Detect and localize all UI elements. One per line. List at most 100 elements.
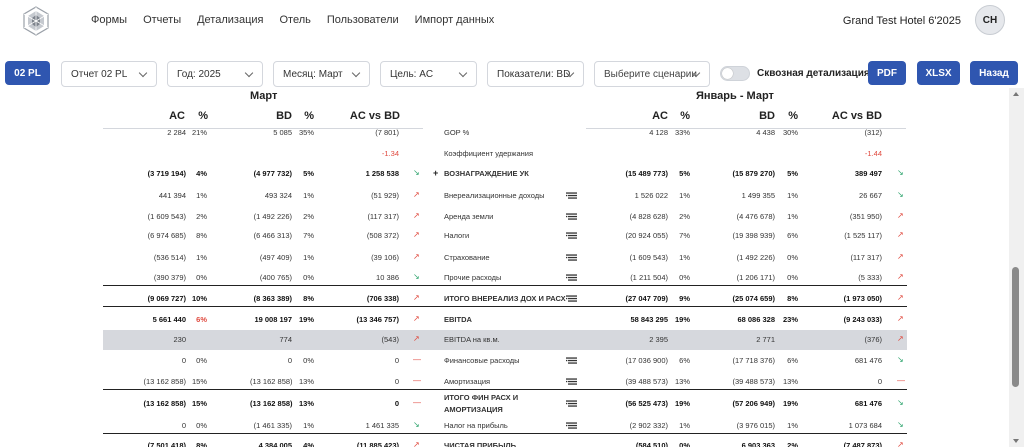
table-row[interactable]: (1 609 543) 2% (1 492 226) 2% (117 317) (4 82… [0, 206, 1009, 227]
table-row[interactable]: 441 394 1% 493 324 1% (51 929) 1 526 022 1% 1 4… [0, 185, 1009, 206]
nav-details[interactable]: Детализация [197, 14, 263, 26]
nav-users[interactable]: Пользователи [327, 14, 399, 26]
trend-flat-icon: — [413, 398, 421, 407]
cell-bdp: 8% [303, 294, 314, 303]
cell-rbd: 68 086 328 [737, 315, 775, 324]
cell-acp: 0% [196, 421, 207, 430]
expand-plus-icon[interactable]: + [433, 168, 438, 178]
trend-up-icon: ↗ [413, 230, 420, 239]
cell-rd: 26 667 [859, 191, 882, 200]
cell-bdp: 1% [303, 421, 314, 430]
hotel-name: Grand Test Hotel 6'2025 [842, 15, 961, 27]
cell-rd: (9 243 033) [843, 315, 882, 324]
scroll-down-icon[interactable] [1013, 439, 1019, 443]
cell-bdp: 2% [303, 212, 314, 221]
detail-list-icon[interactable] [566, 400, 577, 408]
cell-rac: (17 036 900) [625, 356, 668, 365]
scenarios-select[interactable]: Выберите сценарии [594, 61, 710, 87]
scrollbar-thumb[interactable] [1012, 267, 1019, 387]
table-row[interactable]: (13 162 858) 15% (13 162 858) 13% 0 (56 525 4… [0, 389, 1009, 416]
year-select[interactable]: Год: 2025 [167, 61, 263, 87]
cell-bd: (13 162 858) [250, 377, 293, 386]
cell-rd: (351 950) [849, 212, 882, 221]
row-label-line: ИТОГО ФИН РАСХ И [444, 393, 519, 402]
cell-rbd: 2 771 [756, 335, 775, 344]
table-row[interactable]: (7 501 418) 8% 4 384 005 4% (11 885 423) (584… [0, 433, 1009, 447]
cell-d: (51 929) [371, 191, 399, 200]
trend-down-icon: ↘ [413, 420, 420, 429]
cell-d: 1 258 538 [365, 169, 399, 178]
cell-acp: 4% [196, 169, 207, 178]
report-code-button[interactable]: 02 PL [5, 61, 50, 85]
detail-list-icon[interactable] [566, 254, 577, 262]
col-ac: AC [169, 110, 185, 122]
cell-rd: (376) [864, 335, 882, 344]
table-row[interactable]: 2 284 21% 5 085 35% (7 801) 4 128 33% 4 438 30% (… [0, 127, 1009, 139]
cell-acp: 8% [196, 441, 207, 447]
cell-d: (11 885 423) [356, 441, 399, 447]
row-label-line: АМОРТИЗАЦИЯ [444, 405, 503, 414]
table-row[interactable]: 230 774 (543) 2 395 2 771 (376) EBITDA на кв.м… [0, 330, 1009, 350]
trend-up-icon: ↗ [897, 334, 904, 343]
cell-d: (7 801) [375, 128, 399, 137]
cell-rbd: (3 976 015) [736, 421, 775, 430]
cell-racp: 2% [679, 212, 690, 221]
metrics-select-value: Показатели: BD [497, 68, 571, 80]
row-label: ИТОГО ВНЕРЕАЛИЗ ДОХ И РАСХ [444, 294, 566, 303]
xlsx-button[interactable]: XLSX [917, 61, 960, 85]
table-row[interactable]: (536 514) 1% (497 409) 1% (39 106) (1 609 543… [0, 247, 1009, 268]
drilldown-toggle[interactable] [720, 66, 750, 81]
table-row[interactable]: 5 661 440 6% 19 008 197 19% (13 346 757) 58 8… [0, 306, 1009, 330]
table-row[interactable]: 0 0% 0 0% 0 (17 036 900) 6% (17 718 376) 6% 681 4… [0, 350, 1009, 371]
cell-bdp: 1% [303, 253, 314, 262]
hotel-logo-icon[interactable] [20, 5, 52, 37]
month-select[interactable]: Месяц: Март [273, 61, 370, 87]
table-row[interactable]: (6 974 685) 8% (6 466 313) 7% (508 372) (20 9… [0, 226, 1009, 246]
cell-ac: (13 162 858) [143, 399, 186, 408]
detail-list-icon[interactable] [566, 192, 577, 200]
cell-rbdp: 2% [787, 441, 798, 447]
scroll-up-icon[interactable] [1013, 92, 1019, 96]
cell-racp: 1% [679, 253, 690, 262]
cell-racp: 7% [679, 231, 690, 240]
col-bd-pct-right: % [788, 110, 798, 122]
scenarios-select-value: Выберите сценарии [604, 68, 697, 80]
cell-rbdp: 1% [787, 212, 798, 221]
nav-import[interactable]: Импорт данных [415, 14, 495, 26]
back-button[interactable]: Назад [970, 61, 1018, 85]
cell-d: (706 338) [366, 294, 399, 303]
table-row[interactable]: -1.34 -1.44 Коэффициент удержания [0, 144, 1009, 164]
trend-up-icon: ↗ [897, 440, 904, 447]
report-select[interactable]: Отчет 02 PL [61, 61, 157, 87]
cell-rbdp: 5% [787, 169, 798, 178]
target-select[interactable]: Цель: AC [380, 61, 477, 87]
cell-rac: (1 609 543) [629, 253, 668, 262]
metrics-select[interactable]: Показатели: BD [487, 61, 584, 87]
pdf-button[interactable]: PDF [868, 61, 906, 85]
row-label: Внереализационные доходы [444, 191, 545, 200]
period-right: Январь - Март [696, 90, 774, 102]
detail-list-icon[interactable] [566, 422, 577, 430]
detail-list-icon[interactable] [566, 274, 577, 282]
nav-reports[interactable]: Отчеты [143, 14, 181, 26]
cell-racp: 0% [679, 273, 690, 282]
table-row[interactable]: (3 719 194) 4% (4 977 732) 5% 1 258 538 (15 4… [0, 164, 1009, 184]
cell-rbd: (19 398 939) [732, 231, 775, 240]
cell-rd: 681 476 [854, 356, 882, 365]
cell-bd: 5 085 [273, 128, 292, 137]
detail-list-icon[interactable] [566, 213, 577, 221]
avatar[interactable]: CH [975, 5, 1005, 35]
nav-forms[interactable]: Формы [91, 14, 127, 26]
detail-list-icon[interactable] [566, 357, 577, 365]
nav-hotel[interactable]: Отель [279, 14, 310, 26]
cell-bdp: 13% [298, 377, 314, 386]
detail-list-icon[interactable] [566, 295, 577, 303]
detail-list-icon[interactable] [566, 378, 577, 386]
cell-rac: (2 902 332) [629, 421, 668, 430]
cell-rd: 1 073 684 [848, 421, 882, 430]
cell-ac: (3 719 194) [147, 169, 186, 178]
cell-ac: 2 284 [167, 128, 186, 137]
detail-list-icon[interactable] [566, 232, 577, 240]
cell-rac: 58 843 295 [630, 315, 668, 324]
cell-acp: 15% [191, 377, 207, 386]
